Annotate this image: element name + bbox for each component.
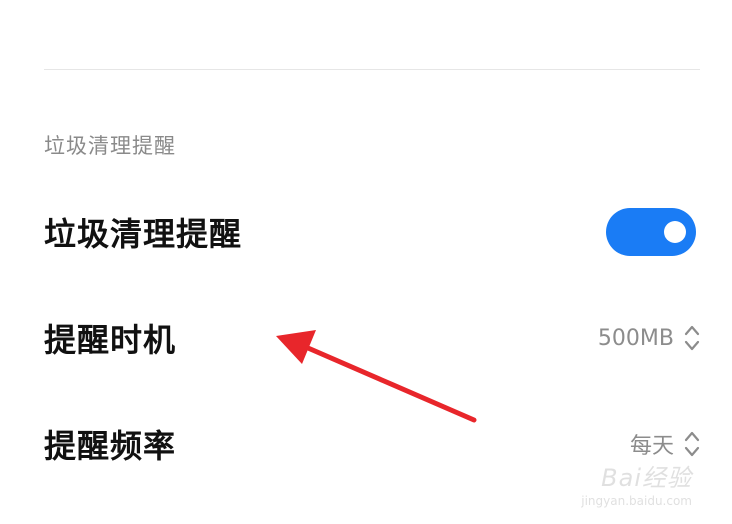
reminder-timing-value: 500MB [597,325,674,351]
watermark-url: jingyan.baidu.com [581,494,692,508]
top-divider [44,69,700,70]
junk-reminder-toggle[interactable] [606,208,696,256]
row-label: 提醒频率 [44,427,177,465]
up-down-chevron-icon [684,325,700,351]
row-label: 垃圾清理提醒 [44,215,243,253]
toggle-knob [664,221,686,243]
up-down-chevron-icon [684,431,700,457]
reminder-frequency-value: 每天 [629,434,674,459]
watermark-logo: Bai经验 [601,464,692,492]
watermark: Bai经验 jingyan.baidu.com [542,458,692,508]
row-reminder-timing[interactable]: 提醒时机 500MB [44,308,700,368]
section-header: 垃圾清理提醒 [44,134,176,158]
row-junk-clean-reminder[interactable]: 垃圾清理提醒 [44,202,700,262]
row-label: 提醒时机 [44,321,177,359]
reminder-timing-selector[interactable]: 500MB [598,323,700,353]
reminder-frequency-selector[interactable]: 每天 [630,428,700,460]
settings-page: 垃圾清理提醒 垃圾清理提醒 提醒时机 500MB 提醒频率 每天 Bai经验 j… [0,0,732,524]
